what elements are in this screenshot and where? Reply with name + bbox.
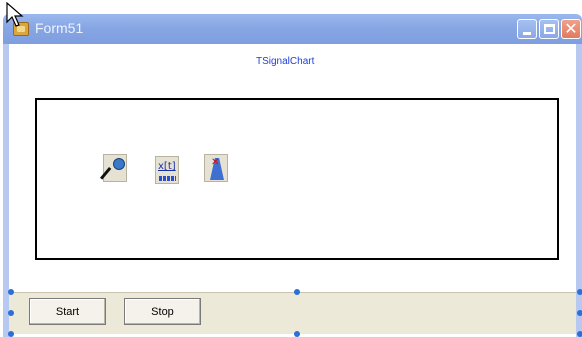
selection-handle[interactable] (577, 310, 582, 316)
window-title: Form51 (35, 20, 84, 36)
minimize-icon (523, 31, 531, 35)
microphone-head (113, 158, 125, 170)
selection-handle[interactable] (294, 331, 300, 337)
selection-handle[interactable] (8, 289, 14, 295)
microphone-icon[interactable] (100, 154, 127, 182)
selection-handle[interactable] (294, 289, 300, 295)
close-button[interactable]: ✕ (561, 19, 581, 39)
close-icon: ✕ (564, 19, 578, 38)
selection-handle[interactable] (577, 331, 582, 337)
start-button[interactable]: Start (29, 298, 106, 325)
selection-handle[interactable] (577, 289, 582, 295)
maximize-button[interactable] (539, 19, 559, 39)
signal-x-t-label: x[t] (158, 161, 176, 172)
mouse-cursor-icon (6, 2, 24, 27)
signal-bar (159, 176, 176, 181)
minimize-button[interactable] (517, 19, 537, 39)
chart-title: TSignalChart (256, 56, 315, 67)
form-window: Form51 ✕ TSignalChart x[t] ✕ Start Stop (0, 0, 582, 337)
metronome-icon[interactable]: ✕ (204, 154, 228, 182)
title-bar[interactable]: Form51 ✕ (3, 14, 582, 44)
stop-button[interactable]: Stop (124, 298, 201, 325)
signal-x-t-icon[interactable]: x[t] (155, 156, 179, 184)
selection-handle[interactable] (8, 331, 14, 337)
selection-handle[interactable] (8, 310, 14, 316)
metronome-mark: ✕ (211, 157, 220, 168)
maximize-icon (543, 24, 555, 34)
